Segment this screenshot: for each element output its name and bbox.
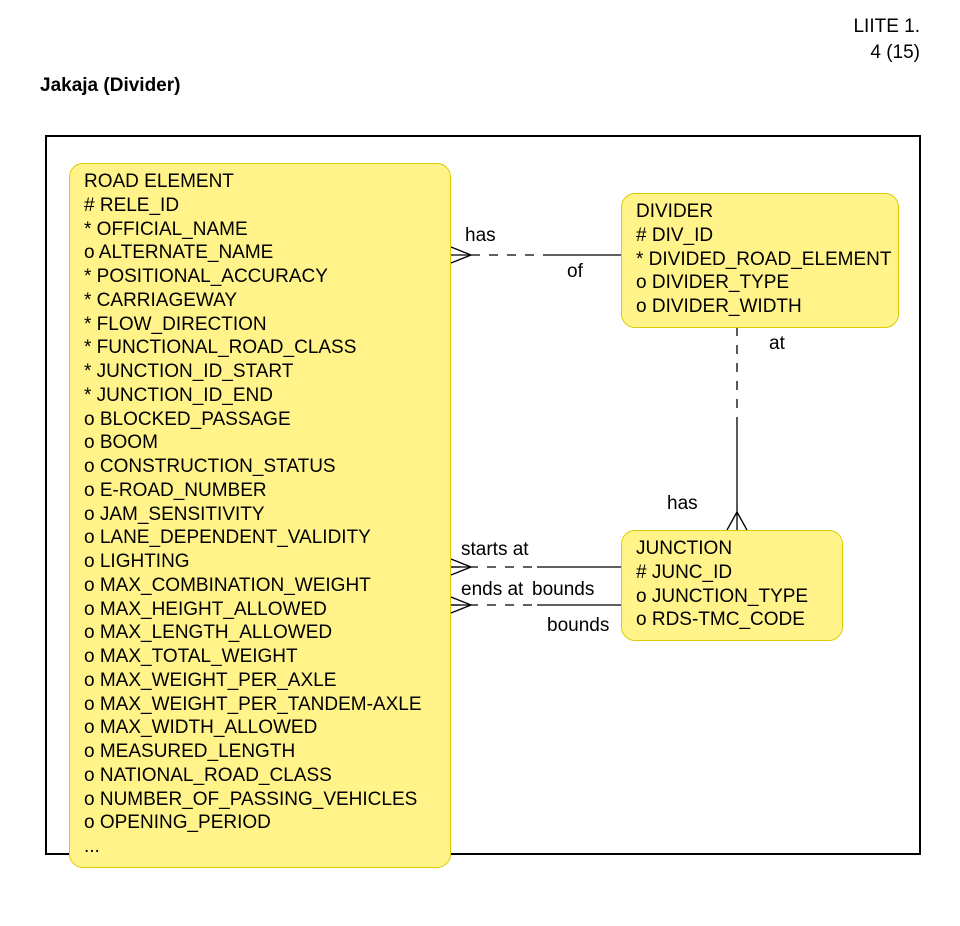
- attr-line: o MAX_WEIGHT_PER_AXLE: [84, 669, 436, 693]
- attr-line: o MAX_WEIGHT_PER_TANDEM-AXLE: [84, 693, 436, 717]
- attr-line: o BLOCKED_PASSAGE: [84, 408, 436, 432]
- attr-line: o E-ROAD_NUMBER: [84, 479, 436, 503]
- attr-line: o ALTERNATE_NAME: [84, 241, 436, 265]
- header-line1: LIITE 1.: [853, 14, 920, 40]
- section-title: Jakaja (Divider): [40, 75, 180, 97]
- rel-label-of: of: [567, 261, 583, 283]
- attr-line: * FLOW_DIRECTION: [84, 313, 436, 337]
- attr-line: * CARRIAGEWAY: [84, 289, 436, 313]
- rel-label-starts-at: starts at: [461, 539, 529, 561]
- rel-label-bounds1: bounds: [532, 579, 594, 601]
- attr-line: # RELE_ID: [84, 194, 436, 218]
- rel-label-has2: has: [667, 493, 698, 515]
- attr-line: o MAX_LENGTH_ALLOWED: [84, 621, 436, 645]
- rel-label-ends-at: ends at: [461, 579, 523, 601]
- attr-line: o MAX_TOTAL_WEIGHT: [84, 645, 436, 669]
- entity-title: JUNCTION: [636, 537, 828, 561]
- attr-line: * JUNCTION_ID_START: [84, 360, 436, 384]
- attr-line: o DIVIDER_TYPE: [636, 271, 884, 295]
- attr-line: # DIV_ID: [636, 224, 884, 248]
- attr-line: o MEASURED_LENGTH: [84, 740, 436, 764]
- attr-line: o RDS-TMC_CODE: [636, 608, 828, 632]
- attr-line: o MAX_HEIGHT_ALLOWED: [84, 598, 436, 622]
- rel-label-at: at: [769, 333, 785, 355]
- attr-line: * JUNCTION_ID_END: [84, 384, 436, 408]
- entity-attrs: # DIV_ID* DIVIDED_ROAD_ELEMENTo DIVIDER_…: [636, 224, 884, 319]
- entity-title: DIVIDER: [636, 200, 884, 224]
- attr-line: * DIVIDED_ROAD_ELEMENT: [636, 248, 884, 272]
- attr-line: o MAX_WIDTH_ALLOWED: [84, 716, 436, 740]
- entity-junction: JUNCTION # JUNC_IDo JUNCTION_TYPEo RDS-T…: [621, 530, 843, 641]
- diagram-frame: ROAD ELEMENT # RELE_ID* OFFICIAL_NAMEo A…: [45, 135, 921, 855]
- attr-line: o NUMBER_OF_PASSING_VEHICLES: [84, 788, 436, 812]
- attr-line: o JAM_SENSITIVITY: [84, 503, 436, 527]
- rel-label-bounds2: bounds: [547, 615, 609, 637]
- attr-line: o BOOM: [84, 431, 436, 455]
- attr-line: o JUNCTION_TYPE: [636, 585, 828, 609]
- attr-line: o NATIONAL_ROAD_CLASS: [84, 764, 436, 788]
- attr-line: o CONSTRUCTION_STATUS: [84, 455, 436, 479]
- header-line2: 4 (15): [853, 40, 920, 66]
- entity-ellipsis: ...: [84, 835, 436, 859]
- rel-label-has: has: [465, 225, 496, 247]
- attr-line: * FUNCTIONAL_ROAD_CLASS: [84, 336, 436, 360]
- entity-title: ROAD ELEMENT: [84, 170, 436, 194]
- attr-line: o DIVIDER_WIDTH: [636, 295, 884, 319]
- attr-line: * OFFICIAL_NAME: [84, 218, 436, 242]
- entity-divider: DIVIDER # DIV_ID* DIVIDED_ROAD_ELEMENTo …: [621, 193, 899, 328]
- attr-line: # JUNC_ID: [636, 561, 828, 585]
- attr-line: o LANE_DEPENDENT_VALIDITY: [84, 526, 436, 550]
- entity-attrs: # JUNC_IDo JUNCTION_TYPEo RDS-TMC_CODE: [636, 561, 828, 632]
- attr-line: * POSITIONAL_ACCURACY: [84, 265, 436, 289]
- attr-line: o LIGHTING: [84, 550, 436, 574]
- page-header: LIITE 1. 4 (15): [853, 14, 920, 65]
- entity-attrs: # RELE_ID* OFFICIAL_NAMEo ALTERNATE_NAME…: [84, 194, 436, 835]
- entity-road-element: ROAD ELEMENT # RELE_ID* OFFICIAL_NAMEo A…: [69, 163, 451, 868]
- attr-line: o MAX_COMBINATION_WEIGHT: [84, 574, 436, 598]
- attr-line: o OPENING_PERIOD: [84, 811, 436, 835]
